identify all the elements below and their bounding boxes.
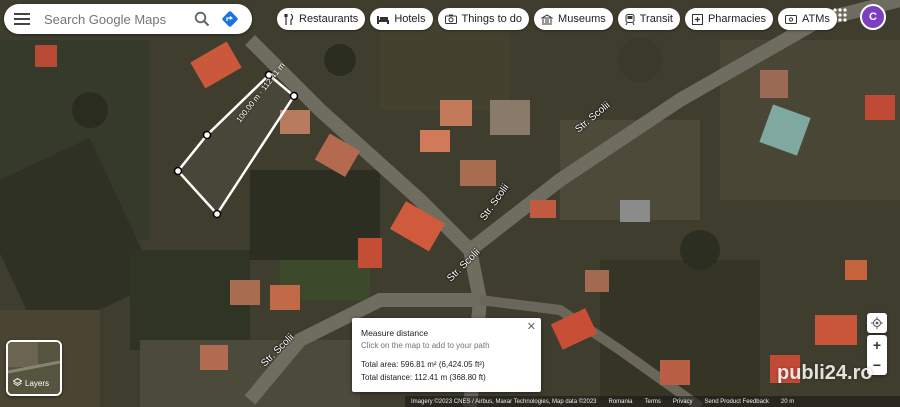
chip-hotels[interactable]: Hotels bbox=[370, 8, 433, 30]
zoom-in-button[interactable]: + bbox=[867, 335, 887, 355]
measure-title: Measure distance bbox=[361, 328, 429, 338]
total-distance: Total distance: 112.41 m (368.80 ft) bbox=[361, 373, 486, 382]
chip-atms[interactable]: ATMs bbox=[778, 8, 837, 30]
chip-restaurants[interactable]: Restaurants bbox=[277, 8, 366, 30]
chip-label: Restaurants bbox=[299, 13, 359, 25]
pharmacy-icon bbox=[691, 13, 703, 25]
publi24-watermark: publi24.ro bbox=[777, 362, 873, 384]
bed-icon bbox=[377, 14, 390, 24]
search-input[interactable] bbox=[42, 10, 188, 28]
category-chips: Restaurants Hotels Things to do Museums … bbox=[277, 8, 837, 30]
museum-icon bbox=[541, 13, 554, 25]
my-location-icon[interactable] bbox=[867, 313, 887, 333]
chip-label: Pharmacies bbox=[707, 13, 767, 25]
fork-knife-icon bbox=[284, 13, 294, 25]
footer-link-terms[interactable]: Terms bbox=[645, 399, 661, 405]
chip-label: ATMs bbox=[802, 13, 830, 25]
scale-bar: 20 m bbox=[781, 399, 794, 405]
footer-link-country[interactable]: Romania bbox=[609, 399, 633, 405]
measure-distance-panel: Measure distance ✕ Click on the map to a… bbox=[352, 318, 541, 392]
chip-pharmacies[interactable]: Pharmacies bbox=[684, 8, 774, 30]
account-avatar[interactable]: C bbox=[860, 4, 886, 30]
directions-icon[interactable] bbox=[216, 5, 244, 33]
imagery-attribution: Imagery ©2023 CNES / Airbus, Maxar Techn… bbox=[411, 398, 597, 405]
footer-link-privacy[interactable]: Privacy bbox=[673, 399, 693, 405]
chip-label: Things to do bbox=[461, 13, 523, 25]
my-location-button[interactable] bbox=[867, 313, 887, 333]
close-icon[interactable]: ✕ bbox=[527, 320, 536, 333]
chip-label: Hotels bbox=[394, 13, 426, 25]
measure-hint: Click on the map to add to your path bbox=[361, 341, 490, 350]
atm-icon bbox=[785, 14, 798, 24]
chip-transit[interactable]: Transit bbox=[617, 8, 680, 30]
total-area: Total area: 596.81 m² (6,424.05 ft²) bbox=[361, 360, 485, 369]
search-icon[interactable] bbox=[188, 5, 216, 33]
chip-things-to-do[interactable]: Things to do bbox=[437, 8, 530, 30]
search-box[interactable] bbox=[4, 4, 252, 34]
chip-museums[interactable]: Museums bbox=[534, 8, 613, 30]
camera-icon bbox=[444, 14, 457, 24]
chip-label: Transit bbox=[639, 13, 673, 25]
scale-label: 20 m bbox=[780, 398, 795, 405]
layers-icon bbox=[12, 377, 23, 389]
hamburger-menu-icon[interactable] bbox=[8, 5, 36, 33]
apps-grid-icon[interactable] bbox=[832, 7, 848, 23]
layers-label: Layers bbox=[25, 379, 50, 388]
footer-link-feedback[interactable]: Send Product Feedback bbox=[705, 399, 769, 405]
layers-button[interactable]: Layers bbox=[6, 340, 62, 396]
chip-label: Museums bbox=[558, 13, 606, 25]
train-icon bbox=[625, 13, 635, 25]
map-footer: Imagery ©2023 CNES / Airbus, Maxar Techn… bbox=[405, 396, 900, 407]
